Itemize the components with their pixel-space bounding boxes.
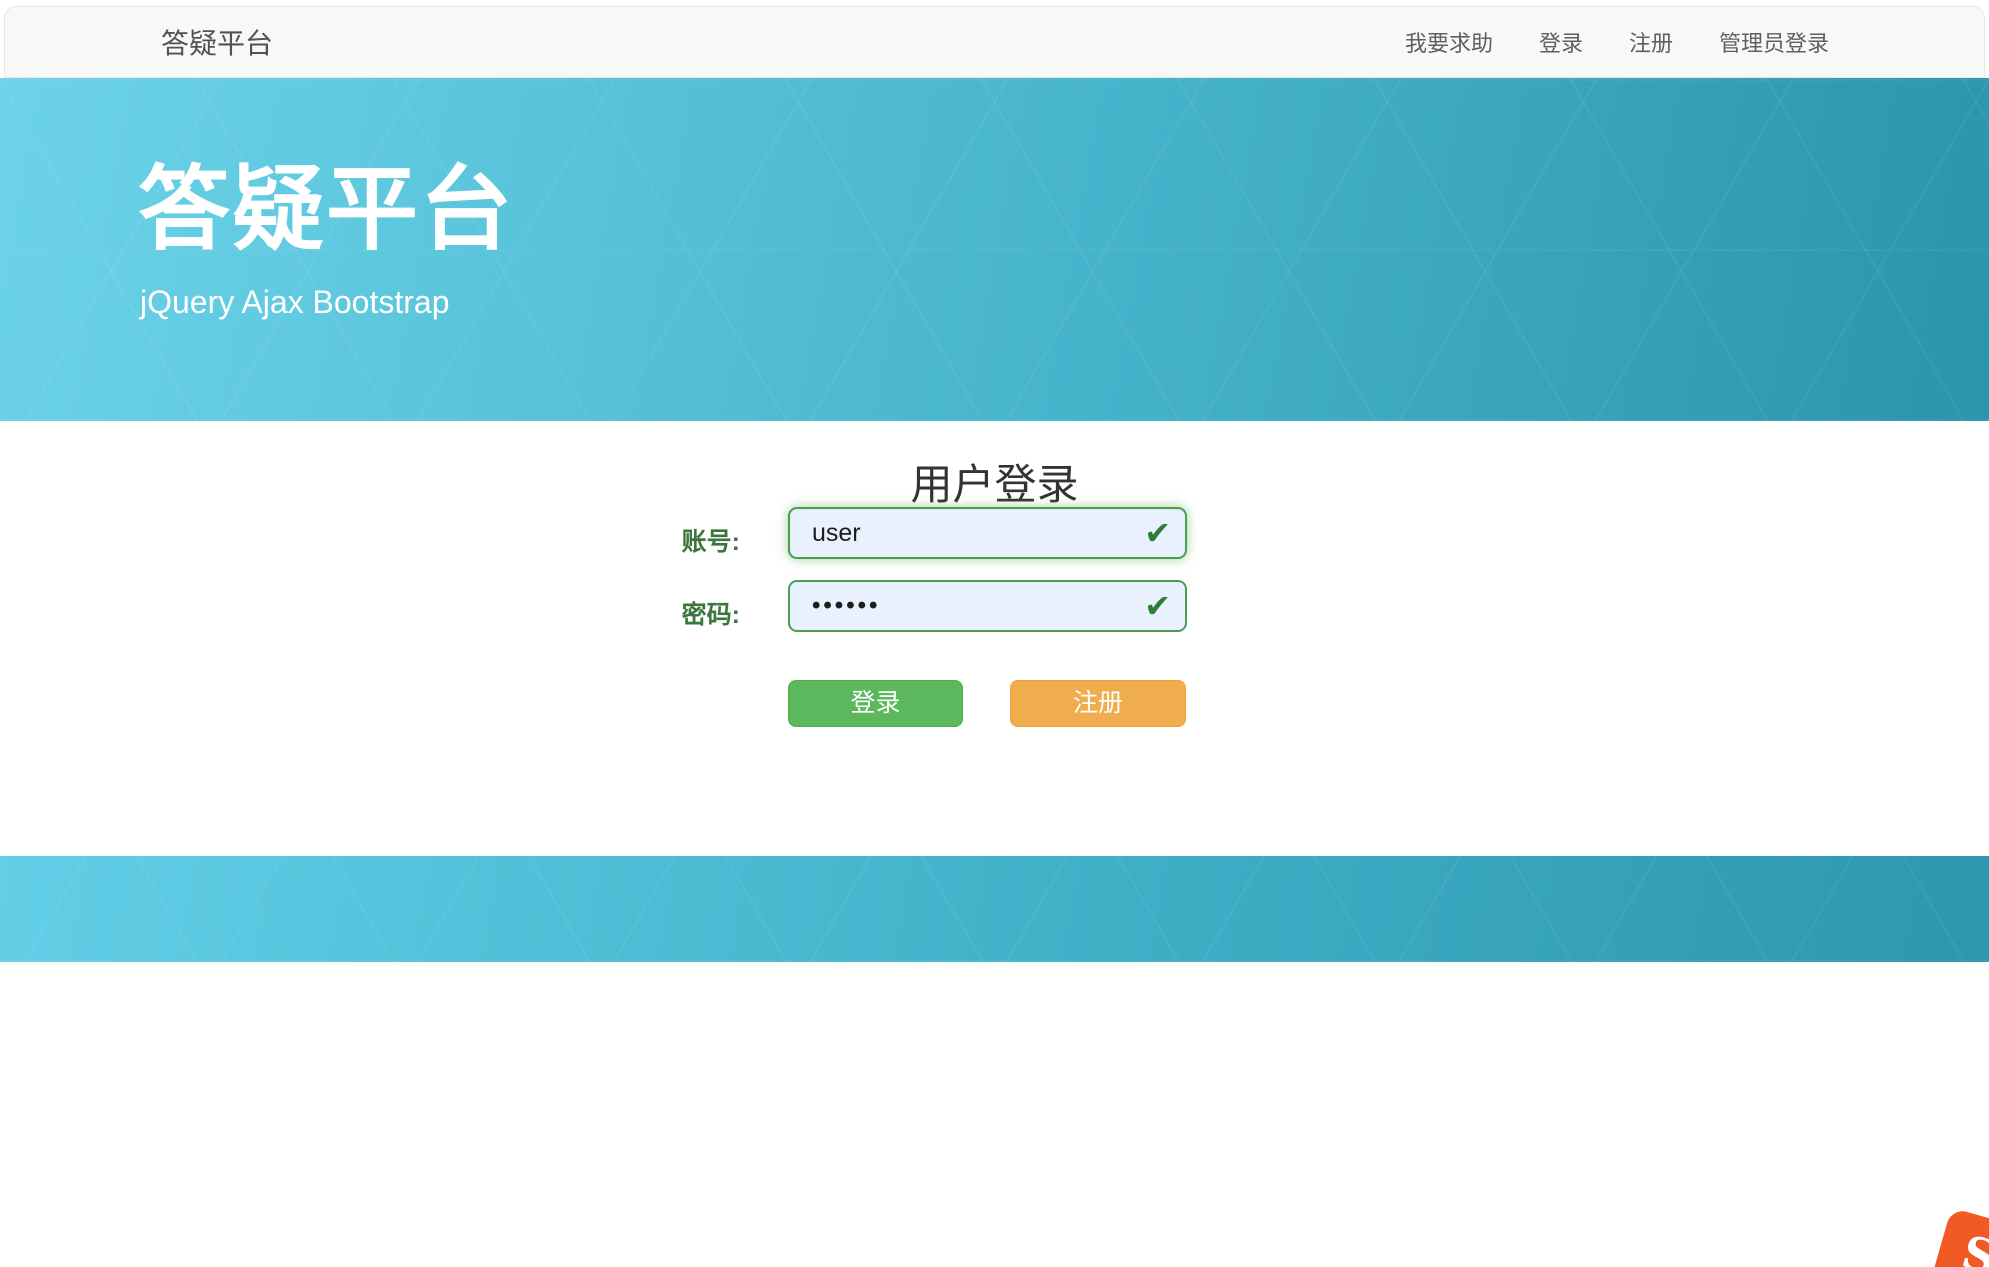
password-field-wrap: ✔ [788,580,1187,632]
hero-subtitle: jQuery Ajax Bootstrap [140,284,449,321]
login-section: 用户登录 账号: ✔ 密码: ✔ 登录 注册 [0,421,1989,856]
register-button[interactable]: 注册 [1010,680,1186,727]
login-form-title: 用户登录 [0,451,1989,512]
watermark-logo-icon: S [1930,1208,1989,1267]
hero-banner: 答疑平台 jQuery Ajax Bootstrap [0,78,1989,421]
account-field-wrap: ✔ [788,507,1187,559]
navbar: 答疑平台 我要求助 登录 注册 管理员登录 [4,6,1985,78]
nav-item-register: 注册 [1606,26,1696,58]
nav-item-ask: 我要求助 [1382,26,1516,58]
nav-link-register[interactable]: 注册 [1606,31,1696,56]
navbar-brand[interactable]: 答疑平台 [161,22,273,62]
account-input[interactable] [788,507,1187,559]
nav-link-admin-login[interactable]: 管理员登录 [1696,31,1852,56]
password-label: 密码: [600,595,740,631]
account-label: 账号: [600,522,740,558]
nav-item-admin-login: 管理员登录 [1696,26,1852,58]
footer-band [0,856,1989,962]
hero-title: 答疑平台 [138,164,514,256]
page: 答疑平台 我要求助 登录 注册 管理员登录 答疑平台 jQuery Ajax B… [0,0,1989,1267]
login-button[interactable]: 登录 [788,680,963,727]
navbar-menu: 我要求助 登录 注册 管理员登录 [1382,26,1852,58]
nav-link-ask-for-help[interactable]: 我要求助 [1382,31,1516,56]
nav-link-login[interactable]: 登录 [1516,31,1606,56]
nav-item-login: 登录 [1516,26,1606,58]
watermark-letter: S [1957,1228,1989,1267]
password-input[interactable] [788,580,1187,632]
